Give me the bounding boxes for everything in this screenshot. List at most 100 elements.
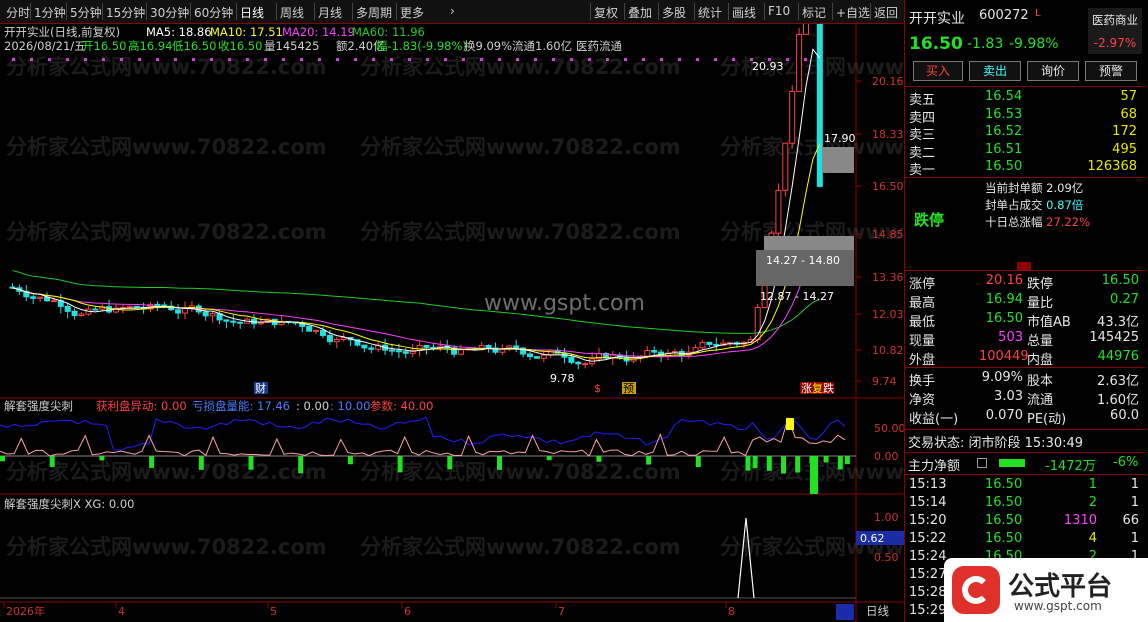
candle-body xyxy=(175,309,182,314)
candle-body xyxy=(133,305,140,308)
toolbar-button-8[interactable]: 返回 xyxy=(874,4,898,21)
flow-menu-icon[interactable] xyxy=(977,458,987,468)
collapse-icon[interactable] xyxy=(1017,262,1031,270)
candle-body xyxy=(202,311,209,317)
ind1-green-bar xyxy=(752,456,758,469)
qs-key: 市值AB xyxy=(1027,315,1071,330)
ind1-green-bar xyxy=(0,456,5,462)
event-dot xyxy=(120,58,123,61)
watermark-13: 分析家公式网www.70822.com xyxy=(360,535,681,559)
candle-body xyxy=(71,310,78,317)
event-dot xyxy=(660,58,663,61)
toolbar-button-2[interactable]: 多股 xyxy=(662,4,686,21)
marker-s: $ xyxy=(594,382,601,395)
candle-body xyxy=(513,345,520,349)
order-book-row[interactable]: 卖二 16.51 495 xyxy=(905,141,1145,161)
tick-vol: 4 xyxy=(1088,531,1097,546)
ob-price: 16.54 xyxy=(985,89,1023,104)
candle-body xyxy=(209,313,216,317)
tick-time: 15:29 xyxy=(909,603,947,618)
candle-body xyxy=(816,5,823,187)
fs-value: 0.070 xyxy=(985,408,1023,423)
tick-row[interactable]: 15:20 16.50 1310 66 xyxy=(905,513,1145,531)
qs-value: 145425 xyxy=(1089,330,1139,345)
event-dot xyxy=(444,58,447,61)
price-zone-top xyxy=(822,147,854,173)
period-tab-5[interactable]: 60分钟 xyxy=(194,4,233,21)
period-tab-6[interactable]: 日线 xyxy=(240,4,264,21)
event-dot xyxy=(246,58,249,61)
event-dot xyxy=(804,58,807,61)
y-label-main-2: 16.50 xyxy=(872,180,904,193)
toolbar-button-5[interactable]: F10 xyxy=(768,4,790,18)
candle-body xyxy=(796,33,803,92)
period-tab-8[interactable]: 月线 xyxy=(318,4,342,21)
toolbar-button-6[interactable]: 标记 xyxy=(802,4,826,21)
inquiry-button[interactable]: 询价 xyxy=(1027,61,1079,81)
kline-chart-area[interactable]: 分析家公式网www.70822.com 分析家公式网www.70822.com 分析… xyxy=(0,0,1041,622)
period-tab-2[interactable]: 5分钟 xyxy=(70,4,102,21)
quote-stat-row: 最低 16.50 市值AB 43.3亿 xyxy=(905,311,1145,330)
tick-count: 1 xyxy=(1130,477,1139,492)
box-mid-annotation: 14.27 - 14.80 xyxy=(766,254,840,267)
ma5-label: MA5: 18.86 xyxy=(146,25,212,39)
sell-button[interactable]: 卖出 xyxy=(969,61,1021,81)
buy-button[interactable]: 买入 xyxy=(913,61,963,81)
ind1-green-bar xyxy=(298,456,304,474)
period-tab-1[interactable]: 1分钟 xyxy=(34,4,66,21)
candle-body xyxy=(395,350,402,353)
order-book-row[interactable]: 卖四 16.53 68 xyxy=(905,107,1145,126)
ob-vol: 172 xyxy=(1112,124,1137,139)
period-tab-3[interactable]: 15分钟 xyxy=(106,4,145,21)
fund-stat-row: 净资 3.03 流通 1.60亿 xyxy=(905,389,1145,408)
toolbar-button-1[interactable]: 叠加 xyxy=(628,4,652,21)
period-tab-4[interactable]: 30分钟 xyxy=(150,4,189,21)
candle-body xyxy=(713,343,720,346)
alert-button[interactable]: 预警 xyxy=(1085,61,1137,81)
tick-row[interactable]: 15:14 16.50 2 1 xyxy=(905,495,1145,513)
fs-key: 净资 xyxy=(909,393,936,408)
fs-value: 1.60亿 xyxy=(1097,393,1139,408)
toolbar-button-0[interactable]: 复权 xyxy=(594,4,618,21)
stock-flag: L xyxy=(1035,8,1041,19)
box-low-annotation: 12.87 - 14.27 xyxy=(760,290,834,303)
ob-price: 16.51 xyxy=(985,141,1023,157)
main-flow-pct: -6% xyxy=(1113,455,1139,470)
candle-body xyxy=(333,338,340,343)
kline-svg[interactable]: 分析家公式网www.70822.com 分析家公式网www.70822.com 分析… xyxy=(0,0,1041,622)
candle-body xyxy=(92,308,99,311)
period-tab-10[interactable]: 更多 xyxy=(400,4,424,21)
header-high: 高16.94 xyxy=(128,39,172,53)
order-book-row[interactable]: 卖五 16.54 57 xyxy=(905,89,1145,108)
tick-row[interactable]: 15:13 16.50 1 1 xyxy=(905,477,1145,495)
candle-body xyxy=(789,90,796,144)
header-open: 开16.50 xyxy=(82,39,126,53)
toolbar-button-4[interactable]: 画线 xyxy=(732,4,756,21)
y-label-main-6: 10.82 xyxy=(872,344,904,357)
order-book-row[interactable]: 卖三 16.52 172 xyxy=(905,124,1145,143)
toolbar-button-3[interactable]: 统计 xyxy=(698,4,722,21)
quote-stat-row: 涨停 20.16 跌停 16.50 xyxy=(905,273,1145,292)
y-label-main-7: 9.74 xyxy=(872,375,897,388)
event-dot xyxy=(210,58,213,61)
tick-time: 15:14 xyxy=(909,495,947,510)
event-dot xyxy=(588,58,591,61)
seal-info: 当前封单额 2.09亿 封单占成交 0.87倍 十日总涨幅 27.22% xyxy=(985,180,1090,231)
candle-body xyxy=(644,350,651,357)
event-dot xyxy=(426,58,429,61)
tick-time: 15:22 xyxy=(909,531,947,546)
chart-title: 开开实业(日线,前复权) xyxy=(4,25,120,39)
more-chevron-icon[interactable]: › xyxy=(450,4,455,18)
candle-body xyxy=(782,142,789,191)
header-date_line: 2026/08/21/五 xyxy=(4,39,86,53)
period-tab-7[interactable]: 周线 xyxy=(280,4,304,21)
period-tab-0[interactable]: 分时 xyxy=(6,4,30,21)
period-tab-9[interactable]: 多周期 xyxy=(356,4,392,21)
event-dot xyxy=(336,58,339,61)
tick-row[interactable]: 15:22 16.50 4 1 xyxy=(905,531,1145,549)
header-float: 流通1.60亿 xyxy=(512,39,572,53)
toolbar-button-7[interactable]: +自选 xyxy=(836,4,870,21)
ind1-green-bar xyxy=(646,456,652,465)
fs-value: 3.03 xyxy=(994,389,1023,404)
order-book-row[interactable]: 卖一 16.50 126368 xyxy=(905,159,1145,178)
